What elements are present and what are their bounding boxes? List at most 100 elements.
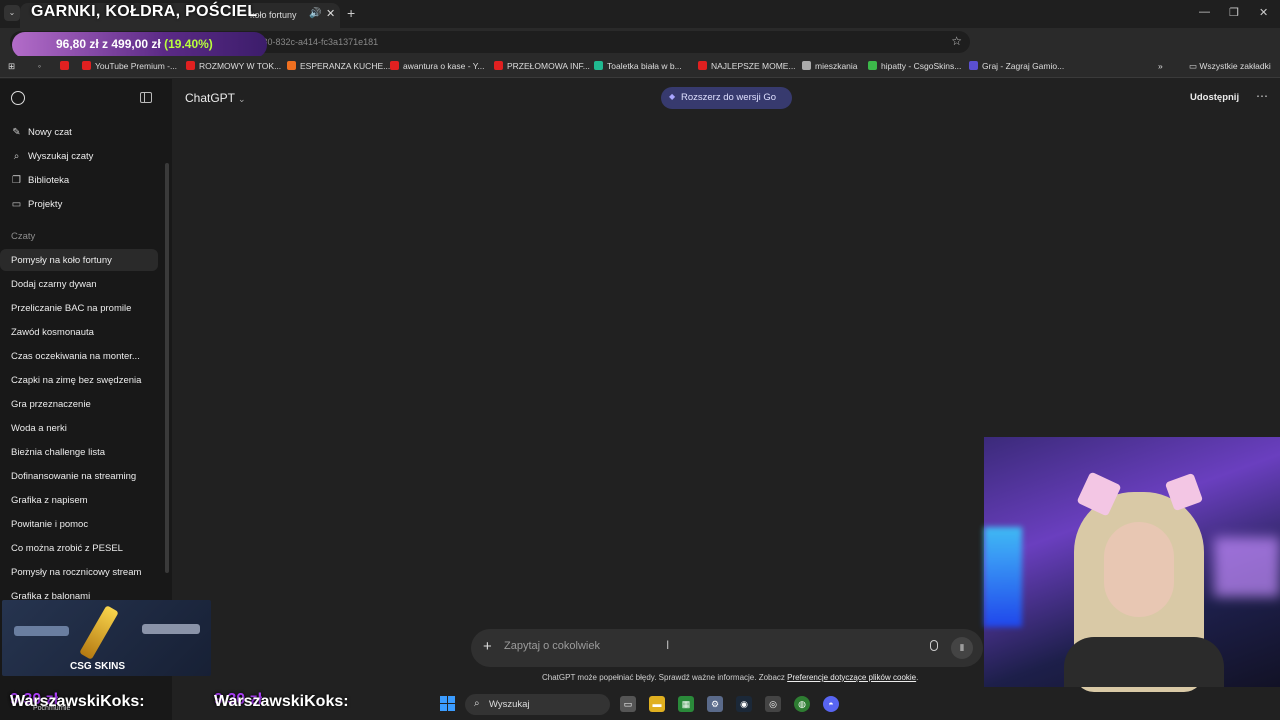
cookie-preferences-link[interactable]: Preferencje dotyczące plików cookie (787, 673, 916, 682)
skin-image (142, 624, 200, 634)
bookmark-favicon-icon (287, 61, 296, 70)
stream-goal-title: GARNKI, KOŁDRA, POŚCIEL (31, 3, 258, 20)
windows-start-icon[interactable] (440, 696, 456, 712)
bookmark-favicon-icon (82, 61, 91, 70)
led-light (984, 527, 1022, 627)
bookmark-item[interactable]: Toaletka biała w b... (594, 61, 682, 71)
upgrade-button[interactable]: ◆ Rozszerz do wersji Go (661, 87, 792, 109)
new-chat-button[interactable]: ✎ Nowy czat (11, 127, 72, 138)
steam-icon[interactable]: ◉ (736, 696, 752, 712)
apps-icon[interactable]: ⊞ (8, 61, 15, 72)
star-icon[interactable]: ☆ (951, 34, 962, 48)
settings-icon[interactable]: ⚙ (707, 696, 723, 712)
task-view-icon[interactable]: ▭ (620, 696, 636, 712)
bookmark-item[interactable]: YouTube Premium -... (82, 61, 177, 71)
bookmark-item[interactable]: PRZEŁOMOWA INF... (494, 61, 590, 71)
chat-history-item[interactable]: Gra przeznaczenie (0, 393, 158, 415)
store-icon[interactable]: ▦ (678, 696, 694, 712)
bookmark-icon[interactable]: ◦ (38, 61, 41, 71)
sponsor-logo: CSG SKINS (70, 661, 126, 672)
chat-history-item[interactable]: Pomysły na koło fortuny (0, 249, 158, 271)
restore-icon[interactable]: ❐ (1229, 6, 1239, 19)
streamer-shirt (1064, 637, 1224, 687)
chat-history-item[interactable]: Dofinansowanie na streaming (0, 465, 158, 487)
disclaimer: ChatGPT może popełniać błędy. Sprawdź wa… (542, 673, 919, 682)
pencil-icon: ✎ (12, 127, 21, 138)
all-bookmarks[interactable]: ▭ Wszystkie zakładki (1189, 61, 1271, 72)
sidebar-scrollbar[interactable] (165, 163, 169, 573)
bookmark-item[interactable]: ESPERANZA KUCHE... (287, 61, 390, 71)
discord-icon[interactable]: ◓ (823, 696, 839, 712)
bookmark-item[interactable]: awantura o kase - Y... (390, 61, 484, 71)
microphone-icon[interactable] (930, 640, 938, 651)
chat-history-item[interactable]: Zawód kosmonauta (0, 321, 158, 343)
bookmark-icon[interactable] (60, 61, 73, 71)
bookmark-favicon-icon (698, 61, 707, 70)
search-icon: ⌕ (13, 151, 20, 162)
voice-mode-icon[interactable]: ⦀ (951, 637, 973, 659)
chat-history-item[interactable]: Czapki na zimę bez swędzenia (0, 369, 158, 391)
sidebar-toggle-icon[interactable] (140, 92, 152, 103)
bookmark-favicon-icon (868, 61, 877, 70)
bookmark-favicon-icon (594, 61, 603, 70)
prompt-input[interactable] (504, 640, 884, 652)
chat-history-item[interactable]: Woda a nerki (0, 417, 158, 439)
library-button[interactable]: ❐ Biblioteka (11, 175, 69, 186)
chat-history-item[interactable]: Pomysły na rocznicowy stream (0, 561, 158, 583)
plus-icon[interactable]: + (483, 638, 492, 655)
search-chats-button[interactable]: ⌕ Wyszukaj czaty (11, 151, 94, 162)
chrome-icon[interactable]: ◍ (794, 696, 810, 712)
skin-image (14, 626, 69, 636)
projects-button[interactable]: ▭ Projekty (11, 199, 63, 210)
file-explorer-icon[interactable]: ▬ (649, 696, 665, 712)
folder-icon: ▭ (11, 199, 22, 210)
sponsor-promo: CSG SKINS (2, 600, 211, 676)
chatgpt-logo-icon[interactable] (11, 91, 25, 105)
chat-history-item[interactable]: Przeliczanie BAC na promile (0, 297, 158, 319)
donation-goal-bar: 96,80 zł z 499,00 zł (19.40%) (12, 32, 267, 58)
bookmark-favicon-icon (186, 61, 195, 70)
bookmark-item[interactable]: NAJLEPSZE MOME... (698, 61, 796, 71)
chevron-right-icon[interactable]: » (1158, 61, 1163, 71)
bookmark-item[interactable]: mieszkania (802, 61, 858, 71)
bookmark-favicon-icon (494, 61, 503, 70)
close-tab-icon[interactable]: ✕ (326, 7, 335, 20)
bookmarks-bar: ⊞ ◦ » ▭ Wszystkie zakładki YouTube Premi… (0, 56, 1280, 78)
led-light (1214, 537, 1280, 597)
library-icon: ❐ (12, 175, 21, 186)
bookmark-item[interactable]: hipatty - CsgoSkins... (868, 61, 961, 71)
streamer-face (1104, 522, 1174, 617)
speaker-icon[interactable]: 🔊 (309, 8, 321, 19)
more-options-icon[interactable]: ⋯ (1256, 89, 1268, 103)
tab-search-button[interactable]: ⌄ (4, 5, 20, 21)
new-tab-button[interactable]: + (347, 5, 355, 21)
bookmark-item[interactable]: Graj - Zagraj Gamio... (969, 61, 1064, 71)
share-button[interactable]: Udostępnij (1190, 92, 1239, 103)
minimize-icon[interactable]: — (1199, 6, 1210, 18)
chat-history-item[interactable]: Czas oczekiwania na monter... (0, 345, 158, 367)
sparkle-icon: ◆ (669, 92, 676, 101)
taskbar-search[interactable]: ⌕ Wyszukaj (465, 694, 610, 715)
app-icon[interactable]: ◎ (765, 696, 781, 712)
chat-history-item[interactable]: Dodaj czarny dywan (0, 273, 158, 295)
search-icon: ⌕ (474, 698, 480, 709)
close-window-icon[interactable]: ✕ (1259, 6, 1268, 19)
taskbar: ⌕ Wyszukaj ▭ ▬ ▦ ⚙ ◉ ◎ ◍ ◓ (434, 689, 854, 720)
donation-goal-text: 96,80 zł z 499,00 zł (19.40%) (56, 37, 213, 51)
bookmark-item[interactable]: ROZMOWY W TOK... (186, 61, 281, 71)
chat-history-item[interactable]: Co można zrobić z PESEL (0, 537, 158, 559)
composer: + ⦀ (471, 629, 983, 667)
chevron-down-icon: ⌄ (238, 94, 246, 104)
bookmark-favicon-icon (969, 61, 978, 70)
chat-history-item[interactable]: Bieżnia challenge lista (0, 441, 158, 463)
knife-image (79, 605, 119, 660)
chat-history-item[interactable]: Grafika z napisem (0, 489, 158, 511)
model-selector[interactable]: ChatGPT ⌄ (185, 91, 246, 105)
chats-section-label: Czaty (11, 231, 36, 242)
webcam-overlay (984, 437, 1280, 692)
bookmark-favicon-icon (390, 61, 399, 70)
text-cursor-icon: I (666, 638, 670, 652)
bookmark-favicon-icon (802, 61, 811, 70)
ticker-entry: WarszawskiKoks: 9.30 zł (214, 691, 349, 710)
chat-history-item[interactable]: Powitanie i pomoc (0, 513, 158, 535)
